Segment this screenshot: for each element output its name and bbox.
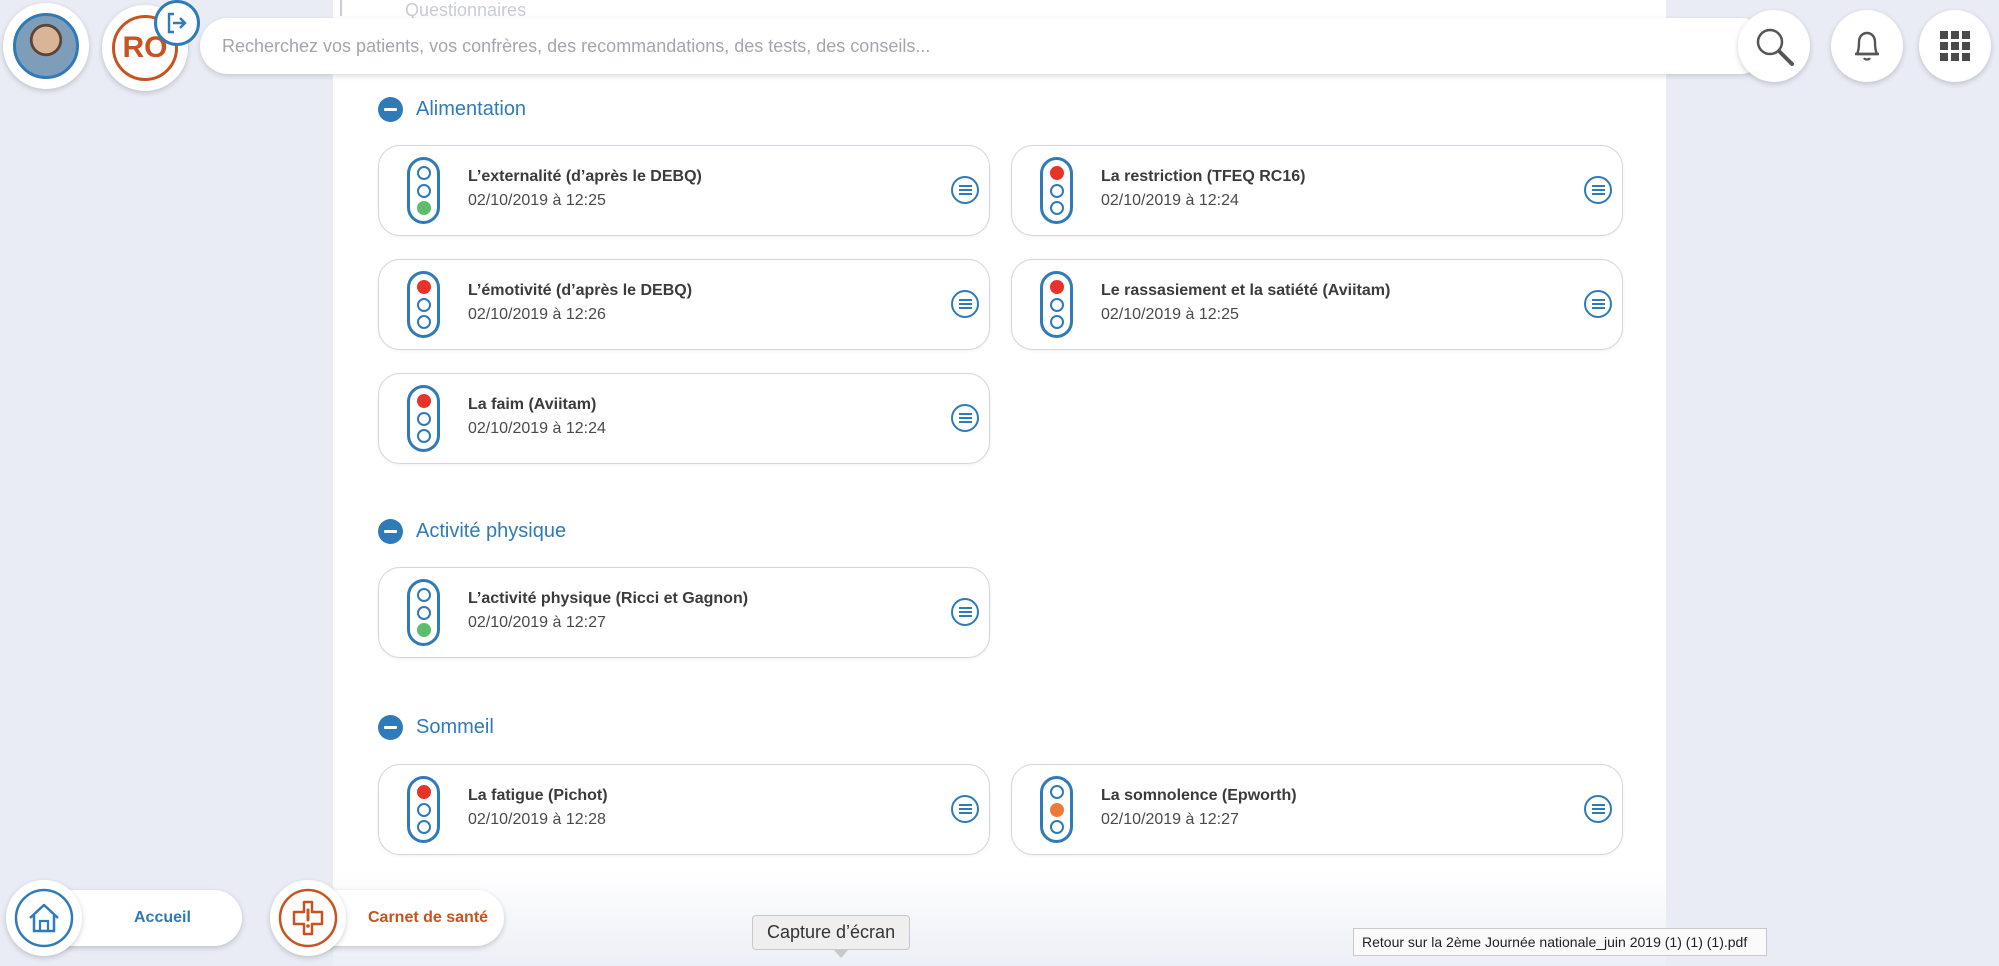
menu-icon[interactable] bbox=[951, 598, 979, 626]
light-middle bbox=[416, 183, 431, 198]
health-record-icon-button[interactable] bbox=[270, 880, 346, 956]
traffic-light-icon bbox=[1040, 776, 1073, 843]
section-header-activite-physique[interactable]: Activité physique bbox=[378, 519, 566, 544]
bell-icon bbox=[1855, 31, 1879, 61]
traffic-light-icon bbox=[407, 385, 440, 452]
menu-icon[interactable] bbox=[951, 795, 979, 823]
light-top bbox=[416, 280, 431, 295]
card-date: 02/10/2019 à 12:24 bbox=[1101, 192, 1239, 209]
questionnaire-card[interactable]: La restriction (TFEQ RC16) 02/10/2019 à … bbox=[1011, 145, 1623, 236]
health-record-label: Carnet de santé bbox=[368, 909, 489, 926]
health-record-icon bbox=[278, 888, 338, 948]
light-middle bbox=[1049, 802, 1064, 817]
section-header-sommeil[interactable]: Sommeil bbox=[378, 715, 494, 740]
home-label: Accueil bbox=[134, 909, 191, 926]
card-title: La restriction (TFEQ RC16) bbox=[1101, 168, 1306, 185]
card-date: 02/10/2019 à 12:28 bbox=[468, 811, 606, 828]
logout-button[interactable] bbox=[154, 0, 200, 46]
section-title: Sommeil bbox=[416, 716, 494, 738]
collapse-icon[interactable] bbox=[378, 519, 403, 544]
light-top bbox=[1049, 280, 1064, 295]
card-date: 02/10/2019 à 12:27 bbox=[1101, 811, 1239, 828]
avatar[interactable] bbox=[3, 3, 89, 89]
traffic-light-icon bbox=[407, 579, 440, 646]
light-top bbox=[416, 394, 431, 409]
questionnaire-card[interactable]: La faim (Aviitam) 02/10/2019 à 12:24 bbox=[378, 373, 990, 464]
menu-icon[interactable] bbox=[1584, 176, 1612, 204]
card-title: Le rassasiement et la satiété (Aviitam) bbox=[1101, 282, 1391, 299]
apps-menu-button[interactable] bbox=[1919, 10, 1991, 82]
card-title: L’émotivité (d’après le DEBQ) bbox=[468, 282, 693, 299]
light-middle bbox=[416, 802, 431, 817]
home-icon bbox=[14, 888, 74, 948]
card-title: L’externalité (d’après le DEBQ) bbox=[468, 168, 702, 185]
questionnaire-card[interactable]: L’activité physique (Ricci et Gagnon) 02… bbox=[378, 567, 990, 658]
light-middle bbox=[416, 411, 431, 426]
light-middle bbox=[1049, 297, 1064, 312]
search-button[interactable] bbox=[1738, 10, 1810, 82]
questionnaire-card[interactable]: L’externalité (d’après le DEBQ) 02/10/20… bbox=[378, 145, 990, 236]
search-bar bbox=[200, 18, 1768, 74]
traffic-light-icon bbox=[1040, 271, 1073, 338]
light-bottom bbox=[416, 622, 431, 637]
traffic-light-icon bbox=[1040, 157, 1073, 224]
notifications-button[interactable] bbox=[1831, 10, 1903, 82]
breadcrumb-divider bbox=[340, 0, 346, 16]
light-bottom bbox=[1049, 819, 1064, 834]
light-top bbox=[1049, 785, 1064, 800]
card-title: La fatigue (Pichot) bbox=[468, 787, 608, 804]
menu-icon[interactable] bbox=[1584, 795, 1612, 823]
light-bottom bbox=[416, 819, 431, 834]
search-icon bbox=[1756, 28, 1794, 66]
light-bottom bbox=[1049, 200, 1064, 215]
collapse-icon[interactable] bbox=[378, 97, 403, 122]
search-input[interactable] bbox=[222, 35, 1622, 57]
section-title: Alimentation bbox=[416, 98, 527, 120]
traffic-light-icon bbox=[407, 271, 440, 338]
menu-icon[interactable] bbox=[1584, 290, 1612, 318]
home-icon-button[interactable] bbox=[6, 880, 82, 956]
questionnaire-card[interactable]: Le rassasiement et la satiété (Aviitam) … bbox=[1011, 259, 1623, 350]
card-date: 02/10/2019 à 12:25 bbox=[1101, 306, 1239, 323]
screenshot-tooltip: Capture d’écran bbox=[752, 915, 911, 958]
profile-photo bbox=[13, 13, 79, 79]
card-title: La faim (Aviitam) bbox=[468, 396, 597, 413]
questionnaire-card[interactable]: L’émotivité (d’après le DEBQ) 02/10/2019… bbox=[378, 259, 990, 350]
light-bottom bbox=[416, 200, 431, 215]
questionnaire-card[interactable]: La somnolence (Epworth) 02/10/2019 à 12:… bbox=[1011, 764, 1623, 855]
light-top bbox=[1049, 166, 1064, 181]
light-top bbox=[416, 588, 431, 603]
card-title: L’activité physique (Ricci et Gagnon) bbox=[468, 590, 749, 607]
card-date: 02/10/2019 à 12:25 bbox=[468, 192, 606, 209]
card-date: 02/10/2019 à 12:27 bbox=[468, 614, 606, 631]
light-middle bbox=[416, 605, 431, 620]
card-date: 02/10/2019 à 12:24 bbox=[468, 420, 606, 437]
questionnaire-card[interactable]: La fatigue (Pichot) 02/10/2019 à 12:28 bbox=[378, 764, 990, 855]
light-top bbox=[416, 785, 431, 800]
section-header-alimentation[interactable]: Alimentation bbox=[378, 97, 526, 122]
collapse-icon[interactable] bbox=[378, 715, 403, 740]
light-bottom bbox=[1049, 314, 1064, 329]
light-middle bbox=[1049, 183, 1064, 198]
light-bottom bbox=[416, 314, 431, 329]
section-title: Activité physique bbox=[416, 520, 567, 542]
menu-icon[interactable] bbox=[951, 176, 979, 204]
file-tooltip: Retour sur la 2ème Journée nationale_jui… bbox=[1353, 928, 1767, 956]
light-middle bbox=[416, 297, 431, 312]
traffic-light-icon bbox=[407, 157, 440, 224]
menu-icon[interactable] bbox=[951, 404, 979, 432]
logout-icon bbox=[167, 12, 187, 34]
card-title: La somnolence (Epworth) bbox=[1101, 787, 1297, 804]
light-bottom bbox=[416, 428, 431, 443]
light-top bbox=[416, 166, 431, 181]
menu-icon[interactable] bbox=[951, 290, 979, 318]
traffic-light-icon bbox=[407, 776, 440, 843]
card-date: 02/10/2019 à 12:26 bbox=[468, 306, 606, 323]
grid-icon bbox=[1940, 31, 1970, 61]
